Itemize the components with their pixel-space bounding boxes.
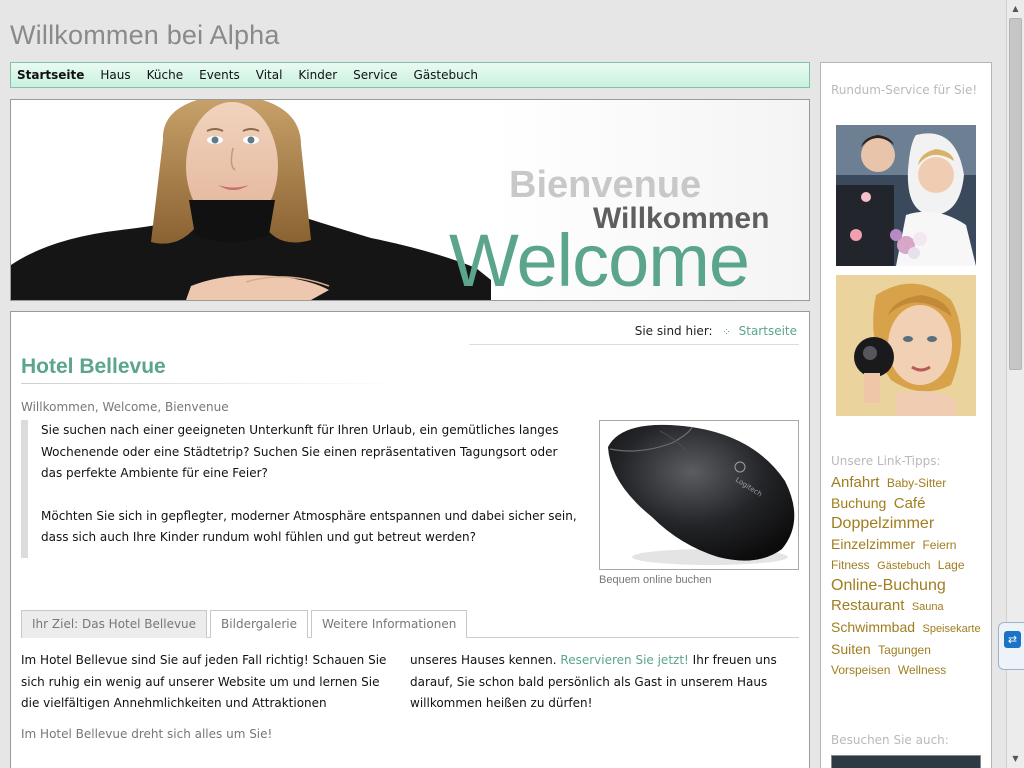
- nav-item-vital[interactable]: Vital: [256, 68, 283, 82]
- divider: [469, 344, 799, 345]
- teamviewer-tab[interactable]: ⇄: [998, 622, 1024, 670]
- tab-text-column-left: Im Hotel Bellevue sind Sie auf jeden Fal…: [21, 653, 387, 710]
- tag-link[interactable]: Speisekarte: [922, 623, 980, 635]
- tag-link[interactable]: Wellness: [898, 663, 946, 677]
- partner-thumbnail[interactable]: [831, 755, 981, 768]
- tag-link[interactable]: Café: [894, 495, 926, 512]
- section-subheading: Im Hotel Bellevue dreht sich alles um Si…: [21, 727, 273, 741]
- beauty-woman-photo[interactable]: [836, 275, 976, 416]
- tag-link[interactable]: Sauna: [912, 601, 944, 613]
- sidebar: Rundum-Service für Sie! Unsere Link-Tipp…: [820, 62, 992, 768]
- tag-link[interactable]: Vorspeisen: [831, 663, 890, 677]
- tab-text: unseres Hauses kennen.: [410, 653, 557, 667]
- computer-mouse-image: Logitech: [608, 424, 795, 565]
- tag-link[interactable]: Tagungen: [878, 643, 931, 657]
- tab-text-column-right: unseres Hauses kennen. Reservieren Sie j…: [410, 650, 790, 715]
- tag-link[interactable]: Doppelzimmer: [831, 515, 934, 532]
- scroll-up-icon[interactable]: ▲: [1007, 0, 1024, 17]
- sidebar-heading-link-tips: Unsere Link-Tipps:: [831, 454, 941, 468]
- teamviewer-icon: ⇄: [1004, 631, 1021, 648]
- tag-link[interactable]: Restaurant: [831, 597, 904, 614]
- nav-item-gaestebuch[interactable]: Gästebuch: [414, 68, 478, 82]
- tag-link[interactable]: Lage: [938, 558, 965, 572]
- tag-link[interactable]: Feiern: [922, 538, 956, 552]
- tag-link[interactable]: Fitness: [831, 558, 870, 572]
- tag-link[interactable]: Schwimmbad: [831, 619, 915, 635]
- sidebar-heading-service: Rundum-Service für Sie!: [831, 83, 978, 97]
- breadcrumb: Sie sind hier: ⁘ Startseite: [635, 324, 797, 338]
- breadcrumb-arrow-icon: ⁘: [722, 327, 731, 338]
- tag-cloud: Anfahrt Baby-Sitter Buchung Café Doppelz…: [831, 473, 991, 680]
- scrollbar-thumb[interactable]: [1009, 18, 1022, 370]
- banner-word-bienvenue: Bienvenue: [509, 164, 702, 206]
- nav-item-startseite[interactable]: Startseite: [17, 68, 84, 82]
- nav-item-kueche[interactable]: Küche: [147, 68, 183, 82]
- tag-link[interactable]: Online-Buchung: [831, 577, 946, 594]
- tag-link[interactable]: Gästebuch: [877, 560, 930, 572]
- banner-word-welcome: Welcome: [449, 219, 750, 301]
- welcome-banner: Bienvenue Willkommen Welcome: [10, 99, 810, 301]
- breadcrumb-label: Sie sind hier:: [634, 324, 713, 338]
- scroll-down-icon[interactable]: ▼: [1007, 750, 1024, 767]
- divider: [21, 383, 401, 384]
- intro-paragraph: Möchten Sie sich in gepflegter, moderner…: [41, 508, 577, 545]
- content-tabs: Ihr Ziel: Das Hotel Bellevue Bildergaler…: [21, 610, 799, 638]
- nav-item-service[interactable]: Service: [353, 68, 397, 82]
- intro-quote: Sie suchen nach einer geeigneten Unterku…: [21, 420, 581, 558]
- nav-item-events[interactable]: Events: [199, 68, 240, 82]
- sidebar-heading-visit: Besuchen Sie auch:: [831, 733, 949, 747]
- breadcrumb-link-startseite[interactable]: Startseite: [739, 324, 797, 338]
- nav-item-kinder[interactable]: Kinder: [298, 68, 337, 82]
- main-content: Sie sind hier: ⁘ Startseite Hotel Bellev…: [10, 311, 810, 768]
- wedding-photo[interactable]: [836, 125, 976, 266]
- photo-caption: Bequem online buchen: [599, 574, 712, 586]
- tag-link[interactable]: Einzelzimmer: [831, 536, 915, 552]
- tag-link[interactable]: Suiten: [831, 641, 871, 657]
- tag-link[interactable]: Baby-Sitter: [887, 476, 946, 490]
- tag-link[interactable]: Buchung: [831, 495, 886, 511]
- tab-ihr-ziel[interactable]: Ihr Ziel: Das Hotel Bellevue: [21, 610, 208, 638]
- site-title: Willkommen bei Alpha: [10, 20, 280, 50]
- tab-weitere-informationen[interactable]: Weitere Informationen: [311, 610, 468, 638]
- tab-bildergalerie[interactable]: Bildergalerie: [210, 610, 309, 638]
- tag-link[interactable]: Anfahrt: [831, 474, 879, 491]
- intro-paragraph: Sie suchen nach einer geeigneten Unterku…: [41, 423, 559, 480]
- main-navigation: Startseite Haus Küche Events Vital Kinde…: [10, 62, 810, 88]
- banner-woman-image: [11, 100, 491, 300]
- page-title: Hotel Bellevue: [21, 355, 166, 378]
- page-subtitle: Willkommen, Welcome, Bienvenue: [21, 400, 229, 414]
- nav-item-haus[interactable]: Haus: [100, 68, 130, 82]
- reserve-now-link[interactable]: Reservieren Sie jetzt!: [560, 653, 688, 667]
- booking-photo[interactable]: Logitech: [599, 420, 799, 570]
